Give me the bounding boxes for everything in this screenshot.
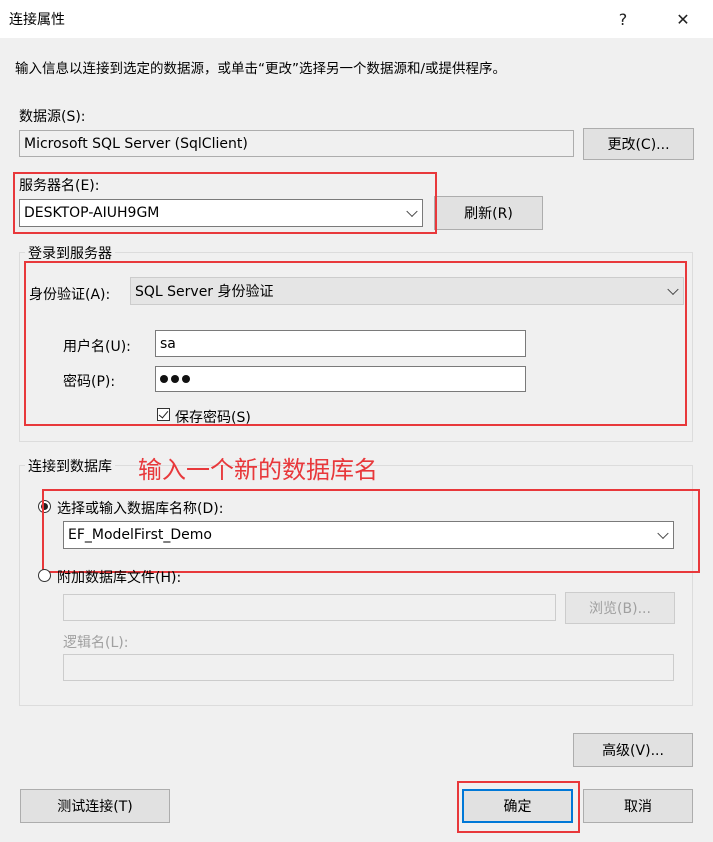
annotation-text: 输入一个新的数据库名	[138, 456, 378, 484]
datasource-field: Microsoft SQL Server (SqlClient)	[19, 130, 574, 157]
description-text: 输入信息以连接到选定的数据源，或单击“更改”选择另一个数据源和/或提供程序。	[15, 61, 507, 77]
cancel-button[interactable]: 取消	[583, 789, 693, 823]
database-highlight-box	[42, 489, 700, 573]
attach-db-label: 附加数据库文件(H):	[57, 570, 182, 586]
attach-db-radio[interactable]	[38, 569, 51, 582]
login-group-title: 登录到服务器	[25, 243, 115, 263]
datasource-label: 数据源(S):	[19, 109, 86, 125]
change-button[interactable]: 更改(C)...	[583, 128, 694, 160]
attach-file-input[interactable]	[63, 594, 556, 621]
test-connection-button[interactable]: 测试连接(T)	[20, 789, 170, 823]
ok-highlight-box	[457, 781, 580, 833]
help-icon[interactable]: ?	[600, 0, 646, 38]
database-group-title: 连接到数据库	[25, 456, 115, 476]
server-highlight-box	[13, 172, 437, 234]
logical-name-input[interactable]	[63, 654, 674, 681]
close-icon[interactable]: ✕	[660, 0, 706, 38]
login-highlight-box	[24, 261, 687, 426]
window-title: 连接属性	[9, 12, 65, 28]
advanced-button[interactable]: 高级(V)...	[573, 733, 693, 767]
refresh-button[interactable]: 刷新(R)	[434, 196, 543, 230]
browse-button[interactable]: 浏览(B)...	[565, 592, 675, 624]
logical-name-label: 逻辑名(L):	[63, 635, 129, 651]
datasource-value: Microsoft SQL Server (SqlClient)	[24, 135, 248, 152]
